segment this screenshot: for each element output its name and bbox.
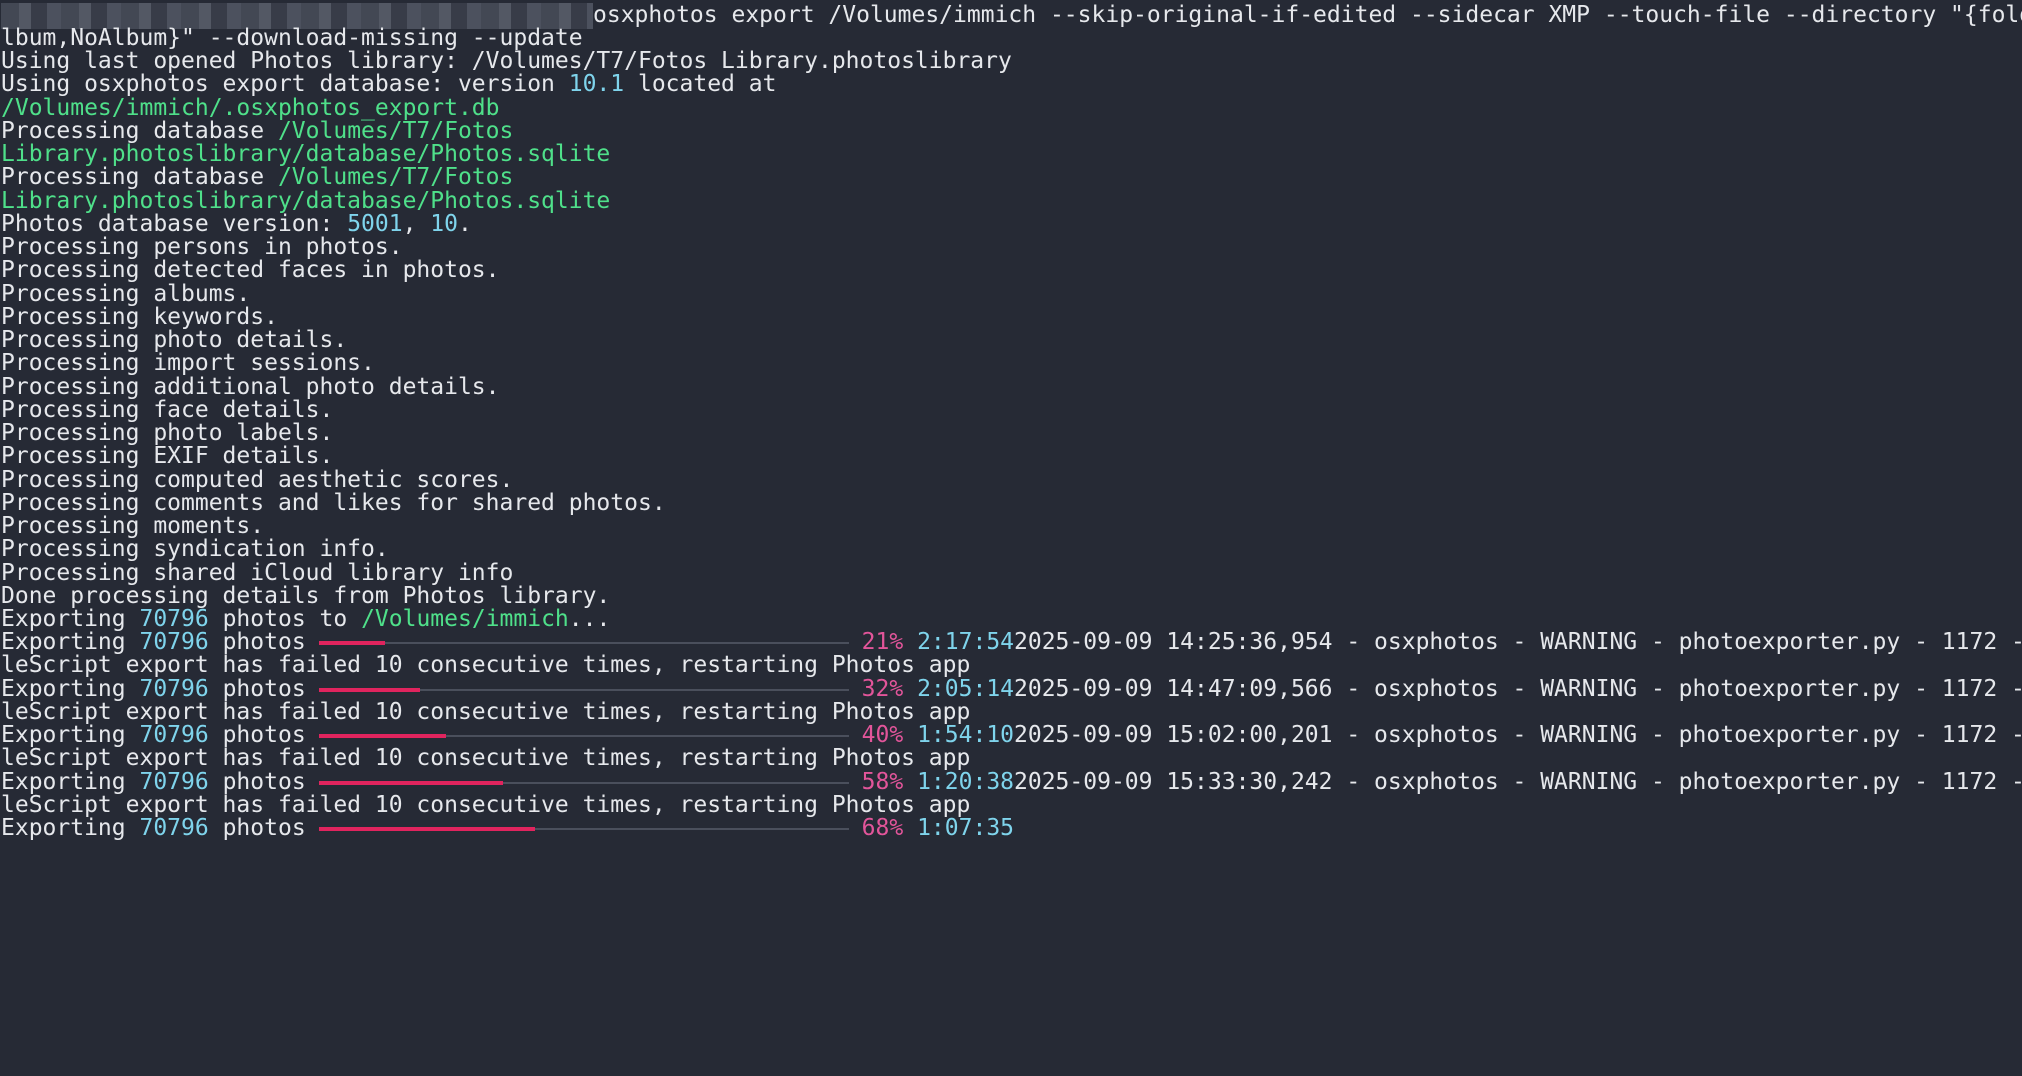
warning-log-text: 2025-09-09 14:47:09,566 - osxphotos - WA…: [1014, 676, 2022, 702]
warning-log-text: 2025-09-09 14:25:36,954 - osxphotos - WA…: [1014, 629, 2022, 655]
photo-count: 70796: [139, 815, 209, 841]
progress-fill: [318, 688, 421, 692]
warning-log-text: 2025-09-09 15:33:30,242 - osxphotos - WA…: [1014, 769, 2022, 795]
export-db-version: 10.1: [568, 71, 625, 97]
progress-eta: 1:07:35: [917, 815, 1015, 841]
progress-fill: [318, 827, 535, 831]
progress-fill: [318, 641, 386, 645]
exporting-word: photos: [208, 815, 306, 841]
export-progress-line: Exporting 70796 photos 68% 1:07:35: [1, 813, 1014, 843]
photos-db-version-minor: 10: [430, 211, 458, 237]
progress-fill: [318, 734, 446, 738]
warning-log-text: 2025-09-09 15:02:00,201 - osxphotos - WA…: [1014, 722, 2022, 748]
command-text: osxphotos export /Volumes/immich --skip-…: [593, 2, 2022, 28]
export-db-suffix: located at: [624, 71, 777, 97]
progress-bar: [318, 813, 849, 843]
progress-percent: 68%: [861, 815, 904, 841]
progress-track: [318, 642, 849, 644]
photos-db-version-separator: ,: [402, 211, 431, 237]
photos-db-version-suffix: .: [457, 211, 472, 237]
progress-fill: [318, 781, 504, 785]
exporting-prefix: Exporting: [1, 815, 140, 841]
terminal-window[interactable]: osxphotos export /Volumes/immich --skip-…: [0, 0, 2022, 1076]
background-window-ghost: [1160, 40, 2022, 1076]
